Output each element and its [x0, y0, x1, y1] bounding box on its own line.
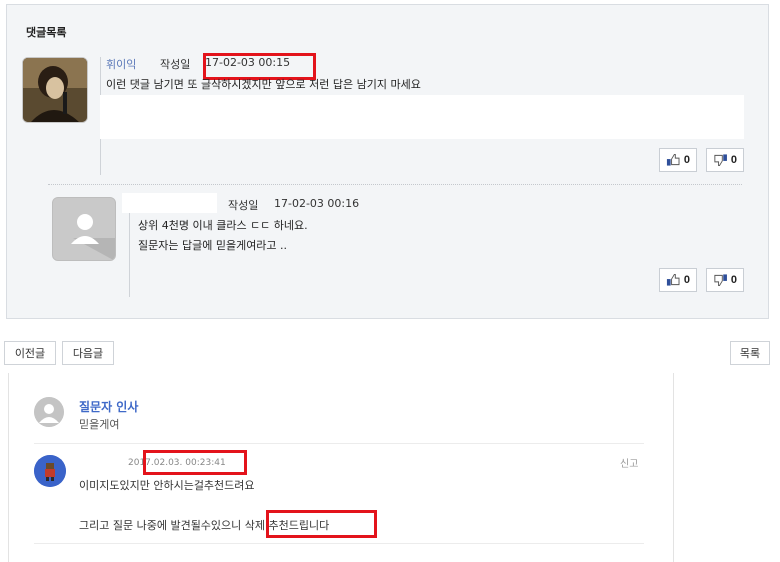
qa-separator: [34, 443, 644, 444]
report-link[interactable]: 신고: [620, 455, 638, 470]
thumbs-down-icon: [714, 274, 727, 287]
comment-date-label: 작성일: [160, 58, 191, 71]
qa-separator: [34, 543, 644, 544]
reply-author-name[interactable]: [122, 193, 217, 213]
comment-content-area: [100, 95, 744, 139]
reply-text-line: 질문자는 답글에 믿을게여라고 ..: [138, 239, 288, 252]
avatar-photo-icon: [23, 58, 87, 122]
highlight-box: [143, 450, 247, 475]
reply-text-line: 상위 4천명 이내 클라스 ㄷㄷ 하네요.: [138, 219, 308, 232]
comment-author-name[interactable]: 휘이익: [106, 56, 136, 72]
thumbs-down-icon: [714, 154, 727, 167]
upvote-count: 0: [683, 154, 690, 166]
comment-text: 이런 댓글 남기면 또 글삭하시겠지만 앞으로 저런 답은 남기지 마세요: [106, 78, 421, 91]
comment-author-avatar[interactable]: [22, 57, 88, 123]
thumbs-up-icon: [666, 153, 680, 166]
reply-date: 17-02-03 00:16: [274, 197, 360, 210]
comment-list-panel: 댓글목록: [6, 4, 769, 319]
comment-list-title: 댓글목록: [26, 26, 67, 39]
asker-greeting-title: 질문자 인사: [79, 400, 139, 414]
default-user-icon: [34, 397, 64, 427]
downvote-count: 0: [730, 274, 737, 286]
list-button[interactable]: 목록: [730, 341, 770, 365]
answerer-avatar[interactable]: [34, 455, 66, 487]
answer-text-line: 이미지도있지만 안하시는걸추천드려요: [79, 479, 255, 492]
default-user-icon: [53, 198, 115, 260]
downvote-button[interactable]: 0: [706, 268, 744, 292]
upvote-count: 0: [683, 274, 690, 286]
upvote-button[interactable]: 0: [659, 148, 697, 172]
next-post-button[interactable]: 다음글: [62, 341, 114, 365]
reply-date-label: 작성일: [228, 199, 259, 212]
comment-reply-avatar[interactable]: [52, 197, 116, 261]
prev-post-button[interactable]: 이전글: [4, 341, 56, 365]
comment-divider: [48, 184, 742, 185]
thumbs-up-icon: [666, 273, 680, 286]
downvote-count: 0: [730, 154, 737, 166]
upvote-button[interactable]: 0: [659, 268, 697, 292]
highlight-box: [266, 510, 377, 538]
asker-greeting-text: 믿을게여: [79, 418, 120, 431]
downvote-button[interactable]: 0: [706, 148, 744, 172]
asker-avatar: [34, 397, 64, 427]
character-avatar-icon: [34, 455, 66, 487]
